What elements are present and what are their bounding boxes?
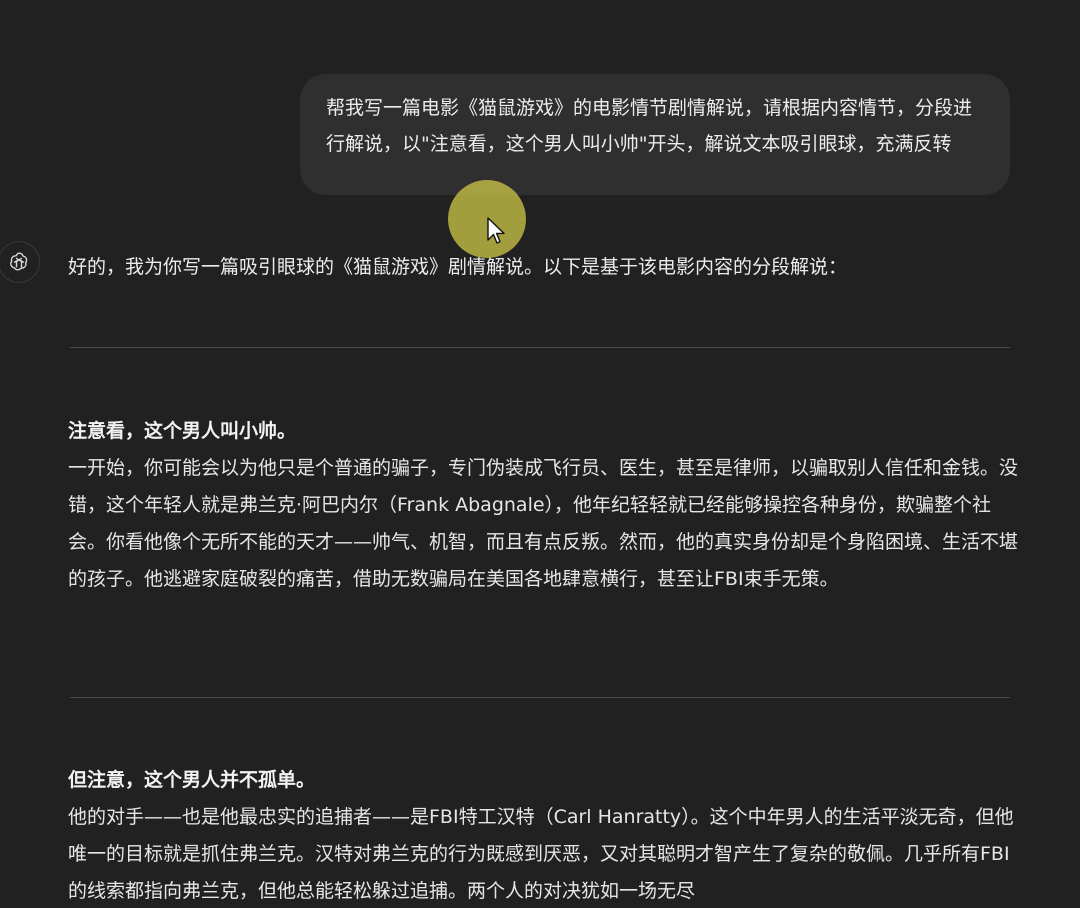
- mouse-cursor-icon: [487, 217, 505, 244]
- divider: [70, 347, 1010, 348]
- chat-page: 帮我写一篇电影《猫鼠游戏》的电影情节剧情解说，请根据内容情节，分段进行解说，以"…: [0, 0, 1080, 908]
- section-heading: 但注意，这个男人并不孤单。: [68, 769, 316, 791]
- section-body: 他的对手——也是他最忠实的追捕者——是FBI特工汉特（Carl Hanratty…: [68, 806, 1014, 902]
- response-section-1: 注意看，这个男人叫小帅。 一开始，你可能会以为他只是个普通的骗子，专门伪装成飞行…: [68, 413, 1018, 598]
- section-body: 一开始，你可能会以为他只是个普通的骗子，专门伪装成飞行员、医生，甚至是律师，以骗…: [68, 457, 1019, 590]
- section-heading: 注意看，这个男人叫小帅。: [68, 420, 297, 442]
- user-message-text: 帮我写一篇电影《猫鼠游戏》的电影情节剧情解说，请根据内容情节，分段进行解说，以"…: [326, 97, 973, 155]
- openai-logo-icon: [0, 241, 40, 283]
- assistant-intro: 好的，我为你写一篇吸引眼球的《猫鼠游戏》剧情解说。以下是基于该电影内容的分段解说…: [68, 256, 848, 278]
- response-section-2: 但注意，这个男人并不孤单。 他的对手——也是他最忠实的追捕者——是FBI特工汉特…: [68, 762, 1018, 908]
- user-message-bubble: 帮我写一篇电影《猫鼠游戏》的电影情节剧情解说，请根据内容情节，分段进行解说，以"…: [300, 74, 1010, 195]
- divider: [70, 697, 1010, 698]
